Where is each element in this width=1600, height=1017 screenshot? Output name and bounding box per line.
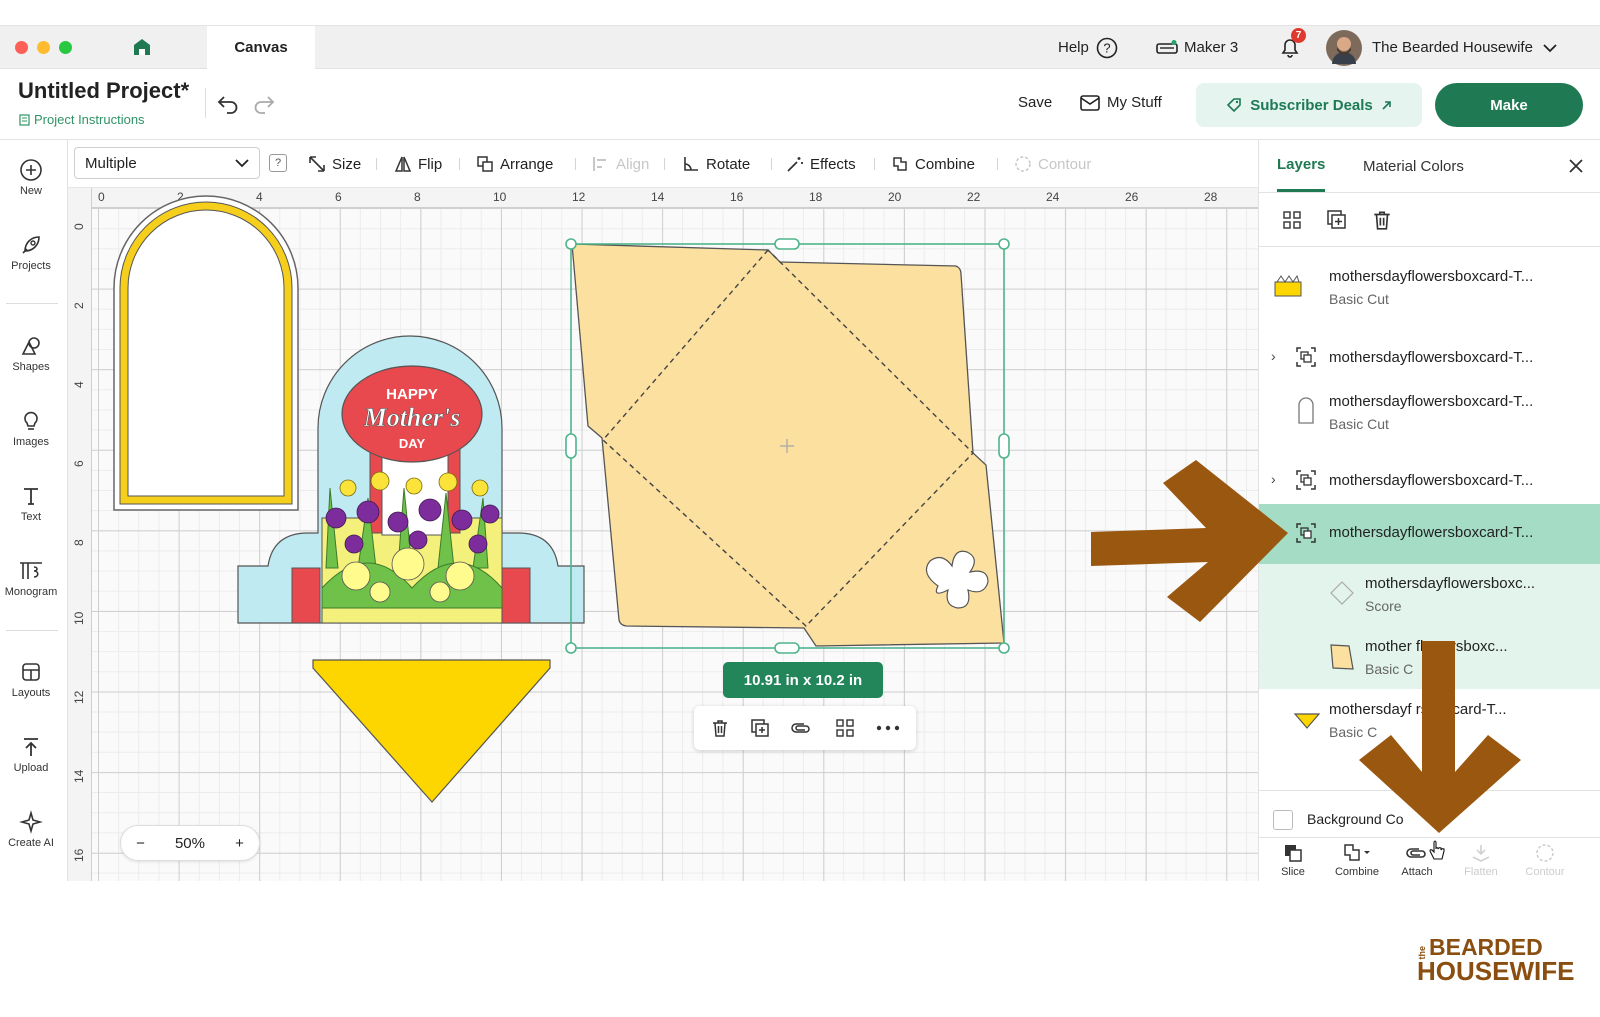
- annotation-arrows: [1091, 460, 1521, 833]
- brand-logo: the BEARDED HOUSEWIFE: [1417, 935, 1575, 986]
- brand-prefix: the: [1417, 945, 1427, 960]
- arrow-right-icon: [1091, 460, 1288, 622]
- arrow-down-icon: [1359, 641, 1521, 833]
- brand-line2: HOUSEWIFE: [1417, 956, 1575, 986]
